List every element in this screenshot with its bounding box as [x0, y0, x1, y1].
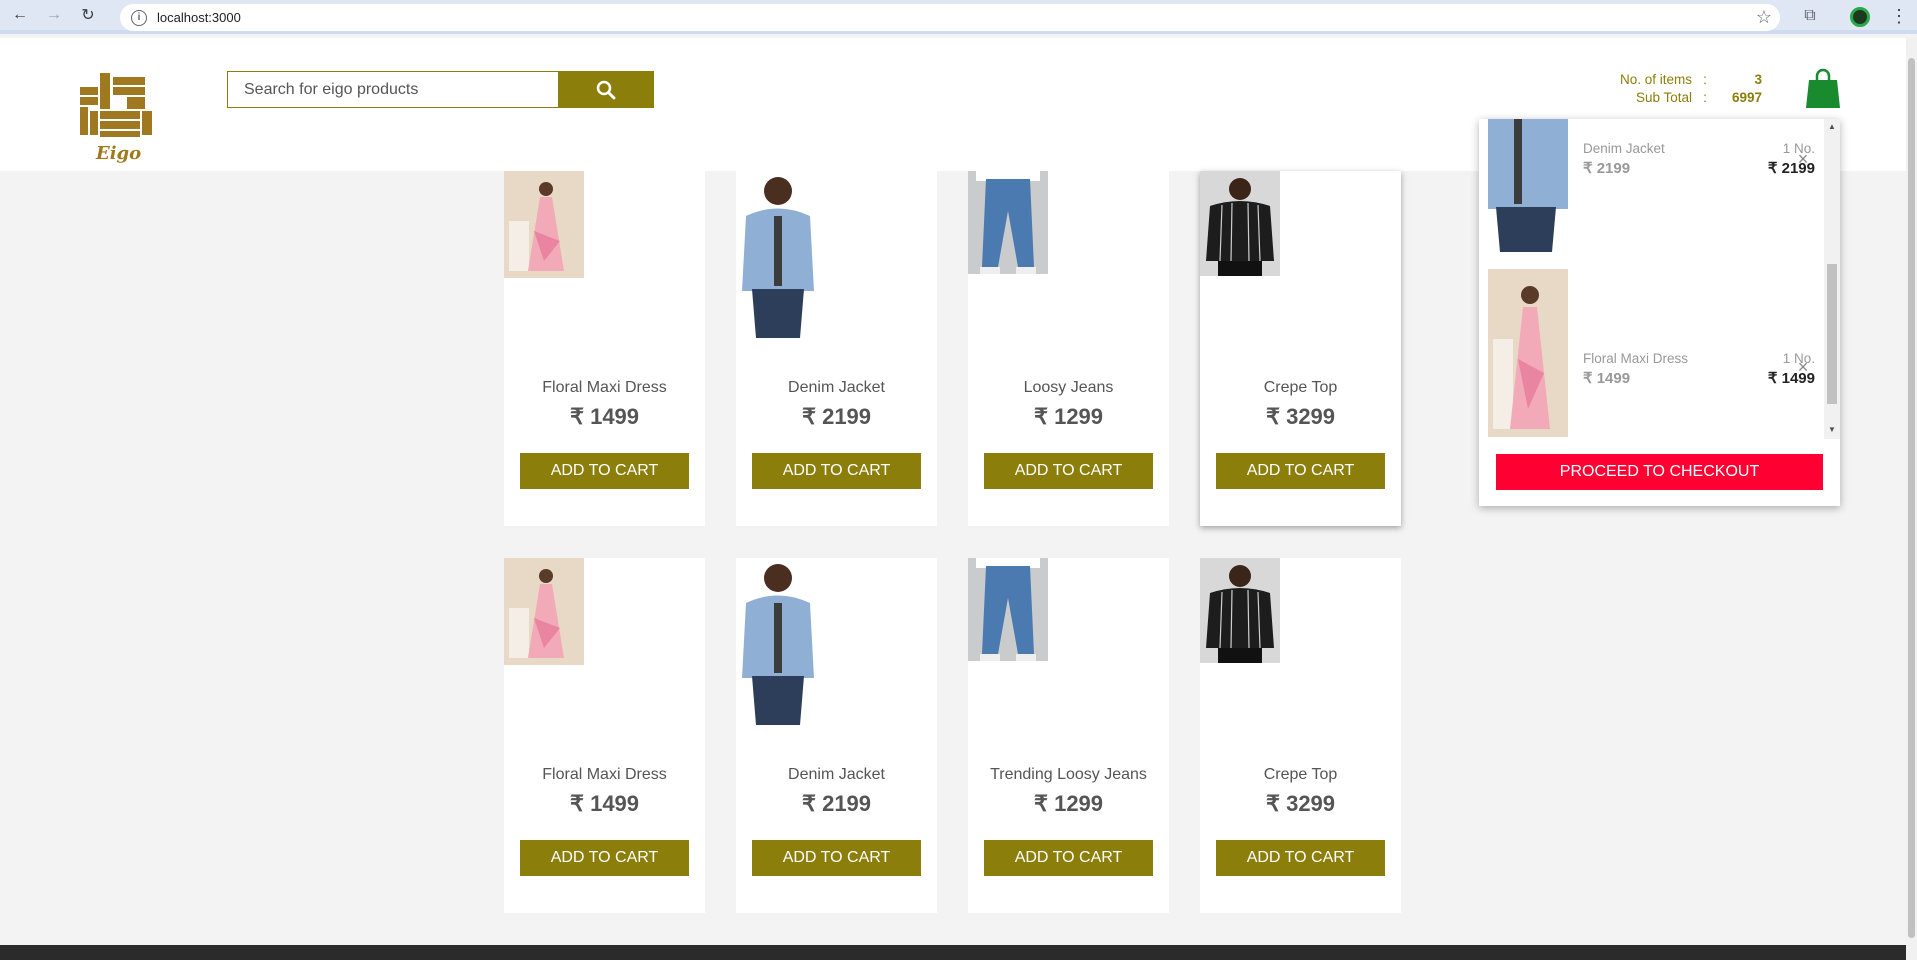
product-price: ₹ 1499: [569, 791, 640, 816]
add-to-cart-button[interactable]: ADD TO CART: [520, 840, 689, 876]
product-price: ₹ 2199: [801, 404, 872, 429]
page-scrollbar[interactable]: [1906, 38, 1917, 960]
remove-item-icon[interactable]: ×: [1793, 149, 1813, 170]
subtotal-label: Sub Total: [1635, 90, 1693, 105]
product-card: Crepe Top ₹ 3299 ADD TO CART: [1200, 558, 1401, 913]
subtotal-value: 6997: [1731, 90, 1763, 105]
search-button[interactable]: [558, 71, 654, 108]
bookmark-star-icon[interactable]: ☆: [1756, 7, 1772, 28]
shopping-bag-icon[interactable]: [1806, 68, 1840, 108]
separator: :: [1703, 90, 1707, 105]
profile-avatar[interactable]: [1850, 7, 1870, 27]
product-image[interactable]: [736, 558, 816, 725]
cart-scrollbar[interactable]: ▲ ▼: [1824, 119, 1840, 439]
add-to-cart-button[interactable]: ADD TO CART: [520, 453, 689, 489]
cart-item-name: Denim Jacket: [1583, 141, 1665, 156]
search-icon: [596, 80, 616, 99]
product-name: Floral Maxi Dress: [542, 379, 667, 396]
scroll-down-icon[interactable]: ▼: [1828, 425, 1836, 434]
product-price: ₹ 3299: [1265, 404, 1336, 429]
site-info-icon[interactable]: i: [131, 9, 147, 26]
product-card: Denim Jacket ₹ 2199 ADD TO CART: [736, 558, 937, 913]
product-name: Denim Jacket: [788, 379, 885, 396]
items-count-label: No. of items: [1620, 72, 1693, 87]
page-scrollbar-thumb[interactable]: [1908, 58, 1915, 938]
product-price: ₹ 1299: [1033, 791, 1104, 816]
reload-icon[interactable]: ↻: [74, 1, 102, 29]
search-input[interactable]: [227, 71, 558, 108]
browser-menu-icon[interactable]: ⋮: [1890, 6, 1908, 27]
logo-text: Eigo: [96, 143, 142, 164]
browser-toolbar: ← → ↻ i localhost:3000 ☆ ⧉ ⋮: [0, 0, 1917, 34]
product-name: Floral Maxi Dress: [542, 766, 667, 783]
add-to-cart-button[interactable]: ADD TO CART: [1216, 840, 1385, 876]
add-to-cart-button[interactable]: ADD TO CART: [752, 840, 921, 876]
product-card: Denim Jacket ₹ 2199 ADD TO CART: [736, 171, 937, 526]
cart-item-list[interactable]: Denim Jacket ₹ 2199 1 No. ₹ 2199 × Flora…: [1479, 119, 1840, 439]
product-price: ₹ 3299: [1265, 791, 1336, 816]
cart-summary: No. of items : 3 Sub Total : 6997: [1620, 71, 1762, 107]
separator: :: [1703, 72, 1707, 87]
items-count-value: 3: [1754, 72, 1763, 87]
product-price: ₹ 1499: [569, 404, 640, 429]
product-name: Crepe Top: [1263, 379, 1338, 396]
product-card: Loosy Jeans ₹ 1299 ADD TO CART: [968, 171, 1169, 526]
product-name: Crepe Top: [1263, 766, 1338, 783]
search-bar: [227, 71, 654, 108]
product-card: Floral Maxi Dress ₹ 1499 ADD TO CART: [504, 171, 705, 526]
back-icon[interactable]: ←: [6, 1, 34, 29]
remove-item-icon[interactable]: ×: [1793, 357, 1813, 378]
add-to-cart-button[interactable]: ADD TO CART: [984, 453, 1153, 489]
product-image[interactable]: [1200, 171, 1280, 276]
add-to-cart-button[interactable]: ADD TO CART: [752, 453, 921, 489]
add-to-cart-button[interactable]: ADD TO CART: [1216, 453, 1385, 489]
extensions-icon[interactable]: ⧉: [1800, 6, 1820, 26]
cart-item-image: [1488, 269, 1568, 437]
product-price: ₹ 2199: [801, 791, 872, 816]
cart-item-price: ₹ 2199: [1583, 160, 1631, 177]
product-image[interactable]: [968, 558, 1048, 661]
product-card: Trending Loosy Jeans ₹ 1299 ADD TO CART: [968, 558, 1169, 913]
cart-dropdown: Denim Jacket ₹ 2199 1 No. ₹ 2199 × Flora…: [1479, 119, 1840, 506]
scroll-up-icon[interactable]: ▲: [1828, 122, 1836, 131]
product-name: Denim Jacket: [788, 766, 885, 783]
product-image[interactable]: [504, 558, 584, 665]
address-bar[interactable]: i localhost:3000 ☆: [120, 4, 1780, 31]
forward-icon[interactable]: →: [40, 1, 68, 29]
cart-scrollbar-thumb[interactable]: [1827, 264, 1837, 404]
product-image[interactable]: [1200, 558, 1280, 663]
address-url: localhost:3000: [157, 10, 241, 25]
footer: [0, 945, 1906, 960]
add-to-cart-button[interactable]: ADD TO CART: [984, 840, 1153, 876]
product-card: Floral Maxi Dress ₹ 1499 ADD TO CART: [504, 558, 705, 913]
product-card: Crepe Top ₹ 3299 ADD TO CART: [1200, 171, 1401, 526]
cart-item-price: ₹ 1499: [1583, 370, 1631, 387]
cart-item-image: [1488, 119, 1568, 252]
cart-item-name: Floral Maxi Dress: [1583, 351, 1689, 366]
product-image[interactable]: [736, 171, 816, 338]
product-name: Loosy Jeans: [1023, 379, 1114, 396]
cart-item: Floral Maxi Dress ₹ 1499 1 No. ₹ 1499 ×: [1479, 269, 1824, 439]
proceed-to-checkout-button[interactable]: PROCEED TO CHECKOUT: [1496, 454, 1823, 490]
product-price: ₹ 1299: [1033, 404, 1104, 429]
product-image[interactable]: [504, 171, 584, 278]
product-name: Trending Loosy Jeans: [990, 766, 1147, 783]
cart-item: Denim Jacket ₹ 2199 1 No. ₹ 2199 ×: [1479, 119, 1824, 252]
product-image[interactable]: [968, 171, 1048, 274]
